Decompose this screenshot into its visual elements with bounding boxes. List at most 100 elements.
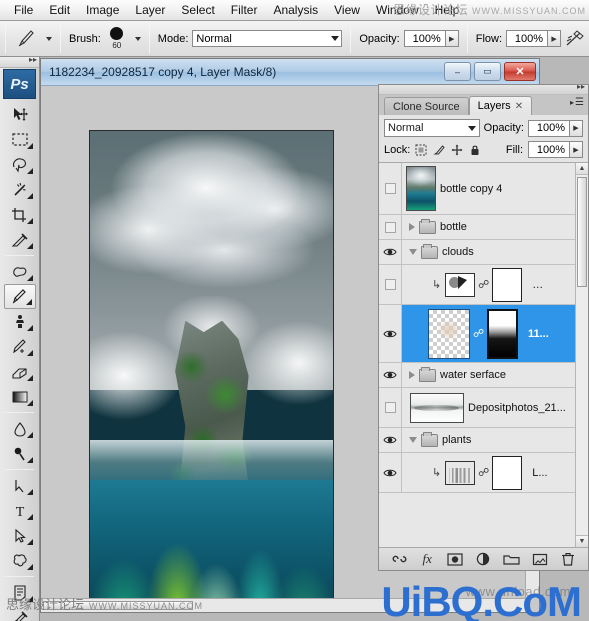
opacity-slider-button[interactable]: ▶ [445,30,459,47]
new-layer-icon[interactable] [531,551,549,567]
tool-preset-chevron-down-icon[interactable] [46,36,52,41]
visibility-cell[interactable] [379,240,402,264]
folder-icon[interactable] [503,551,521,567]
scroll-down-arrow-icon[interactable]: ▼ [576,535,588,547]
current-tool-preset[interactable] [11,28,55,50]
blur-drop-icon[interactable] [4,416,36,441]
brush-icon[interactable] [3,284,36,309]
flow-group[interactable]: Flow: 100% ▶ [473,30,564,47]
maximize-button[interactable]: ▭ [474,62,501,81]
mask-circle-icon[interactable] [446,551,464,567]
lock-position-icon[interactable] [451,144,463,156]
layer-content[interactable]: water serface [402,363,575,387]
eye-icon-off[interactable] [383,402,397,414]
brush-picker-group[interactable]: Brush: 60 [66,27,144,50]
clone-stamp-icon[interactable] [4,309,36,334]
layer-thumbnail[interactable] [410,392,464,423]
table-row[interactable]: bottle copy 4 [379,163,575,215]
brush-preview[interactable]: 60 [105,27,129,50]
eye-icon-on[interactable] [383,328,397,340]
gradient-icon[interactable] [4,384,36,409]
opacity-group[interactable]: Opacity: 100% ▶ [356,30,461,47]
airbrush-icon[interactable] [564,29,586,49]
rectangular-marquee-icon[interactable] [4,127,36,152]
panel-collapse-handle[interactable] [379,82,588,95]
scroll-up-arrow-icon[interactable]: ▲ [576,163,588,175]
menu-item-layer[interactable]: Layer [127,1,173,20]
menu-item-image[interactable]: Image [78,1,127,20]
visibility-cell[interactable] [379,428,402,452]
link-mask-icon[interactable]: ☍ [473,327,484,341]
menu-item-file[interactable]: File [6,1,41,20]
opacity-input[interactable]: 100% [403,30,446,47]
chevron-right-icon[interactable] [409,371,415,379]
visibility-cell[interactable] [379,388,402,427]
fill-slider-button[interactable]: ▶ [570,141,583,158]
adjustment-layer-thumbnail[interactable] [445,272,476,297]
layer-mask-thumbnail[interactable] [492,455,523,490]
layer-content[interactable]: ↳ ☍ … [402,266,575,304]
brush-picker-chevron-down-icon[interactable] [134,36,141,41]
visibility-cell[interactable] [379,163,402,214]
fill-input[interactable]: 100% [528,141,570,158]
pen-icon[interactable] [4,473,36,498]
chevron-right-icon[interactable] [409,223,415,231]
visibility-cell[interactable] [379,363,402,387]
layer-content[interactable]: clouds [402,240,575,264]
fx-icon[interactable]: fx [418,551,436,567]
table-row[interactable]: ↳ ☍ … [379,265,575,305]
layers-scroll-thumb[interactable] [577,177,587,287]
layer-opacity-slider-button[interactable]: ▶ [570,119,583,137]
visibility-cell[interactable] [379,215,402,239]
eye-icon-off[interactable] [383,279,397,291]
layer-content[interactable]: Depositphotos_21... [402,391,575,425]
lock-image-pixels-icon[interactable] [433,144,445,156]
visibility-cell[interactable] [379,305,402,362]
layer-content[interactable]: ↳ ☍ L... [402,454,575,492]
magic-wand-icon[interactable] [4,177,36,202]
layer-opacity-input[interactable]: 100% [528,119,570,137]
dodge-icon[interactable] [4,441,36,466]
eye-icon-on[interactable] [383,467,397,479]
eyedropper-icon[interactable] [4,227,36,252]
table-row[interactable]: water serface [379,363,575,388]
eye-icon-on[interactable] [383,369,397,381]
half-circle-icon[interactable] [474,551,492,567]
horizontal-scroll-thumb[interactable] [43,601,193,610]
layer-mask-thumbnail[interactable] [492,267,523,302]
crop-icon[interactable] [4,202,36,227]
table-row[interactable]: ↳ ☍ L... [379,453,575,493]
close-icon[interactable]: ✕ [515,101,523,112]
eye-icon-on[interactable] [383,246,397,258]
menu-item-view[interactable]: View [326,1,368,20]
type-T-icon[interactable]: T [4,498,36,523]
table-row[interactable]: Depositphotos_21... [379,388,575,428]
image-canvas[interactable] [89,130,334,612]
document-horizontal-scrollbar[interactable] [41,598,525,612]
chevron-down-icon[interactable] [409,249,417,255]
trash-icon[interactable] [559,551,577,567]
layers-list[interactable]: bottle copy 4 bottle clouds ↳ ☍ … ☍ 11..… [379,163,588,548]
eye-icon-off[interactable] [383,183,397,195]
menu-item-select[interactable]: Select [173,1,222,20]
mode-select[interactable]: Normal [192,30,343,47]
flow-slider-button[interactable]: ▶ [548,30,562,47]
menu-item-analysis[interactable]: Analysis [265,1,326,20]
path-arrow-icon[interactable] [4,523,36,548]
tab-layers[interactable]: Layers ✕ [468,96,533,115]
menu-item-edit[interactable]: Edit [41,1,78,20]
layer-thumbnail[interactable] [428,308,470,359]
flow-input[interactable]: 100% [506,30,549,47]
chain-link-icon[interactable] [390,551,408,567]
menu-item-help[interactable]: Help [427,1,468,20]
table-row[interactable]: ☍ 11... [379,305,575,363]
eye-icon-off[interactable] [383,221,397,233]
toolbox-collapse-handle[interactable] [0,55,39,68]
lasso-icon[interactable] [4,152,36,177]
visibility-cell[interactable] [379,265,402,304]
blend-mode-group[interactable]: Mode: Normal [155,30,346,47]
layer-mask-thumbnail[interactable] [487,308,518,359]
eraser-icon[interactable] [4,359,36,384]
table-row[interactable]: bottle [379,215,575,240]
color-sampler-icon[interactable] [4,605,36,621]
